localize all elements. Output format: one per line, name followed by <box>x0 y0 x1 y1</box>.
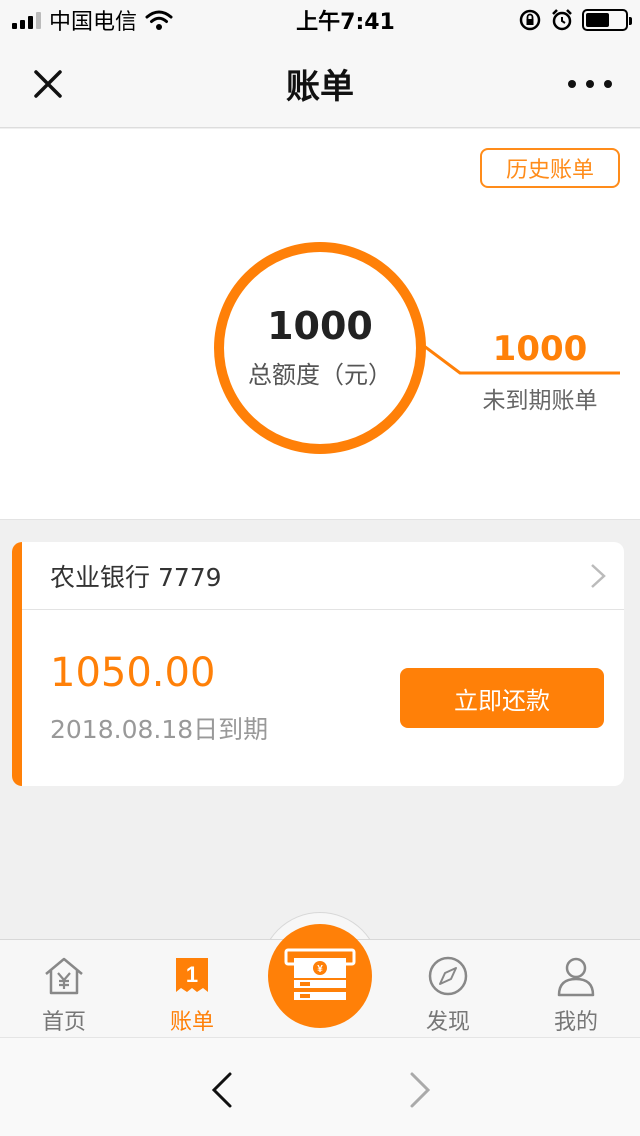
status-right <box>518 8 632 32</box>
tab-home[interactable]: 首页 <box>0 940 128 1038</box>
svg-text:¥: ¥ <box>317 964 323 975</box>
compass-icon <box>428 956 468 996</box>
cash-icon: ¥ <box>284 948 356 1000</box>
bill-card[interactable]: 农业银行 7779 1050.00 2018.08.18日到期 立即还款 <box>12 542 624 786</box>
status-left: 中国电信 <box>12 4 173 36</box>
repay-now-button[interactable]: 立即还款 <box>400 668 604 728</box>
total-limit-label: 总额度（元） <box>248 361 392 390</box>
chevron-right-icon <box>591 564 606 588</box>
tab-mine-label: 我的 <box>553 1010 598 1035</box>
tab-bill-badge: 1 <box>186 962 198 987</box>
tab-bill-label: 账单 <box>169 1010 214 1035</box>
not-due-value: 1000 <box>492 329 588 369</box>
rotation-lock-icon <box>519 9 541 31</box>
history-bills-button[interactable]: 历史账单 <box>480 148 620 188</box>
status-bar: 中国电信 上午7:41 <box>0 0 640 40</box>
back-arrow-icon[interactable] <box>208 1070 236 1110</box>
user-icon <box>557 957 595 997</box>
bill-card-header[interactable]: 农业银行 7779 <box>22 542 624 610</box>
center-cash-button[interactable]: ¥ <box>268 924 372 1028</box>
bill-amount: 1050.00 <box>50 650 216 696</box>
tab-bill[interactable]: 1 账单 <box>128 940 256 1038</box>
close-icon[interactable] <box>28 64 68 104</box>
card-accent-bar <box>12 542 22 786</box>
more-icon[interactable] <box>568 72 612 96</box>
home-yen-icon <box>45 957 83 995</box>
wifi-icon <box>145 10 173 30</box>
battery-icon <box>582 9 632 31</box>
tab-home-label: 首页 <box>41 1010 86 1035</box>
total-limit-value: 1000 <box>267 303 373 348</box>
nav-bar: 账单 <box>0 40 640 128</box>
bill-summary: 历史账单 1000 总额度（元） 1000 未到期账单 <box>0 129 640 520</box>
bill-badge-icon: 1 <box>176 958 208 992</box>
carrier-label: 中国电信 <box>49 10 138 35</box>
tab-mine[interactable]: 我的 <box>512 940 640 1038</box>
page-title: 账单 <box>286 67 354 107</box>
total-limit-ring: 1000 总额度（元） <box>214 242 426 454</box>
alarm-icon <box>552 9 572 31</box>
bank-name: 农业银行 7779 <box>50 562 222 592</box>
forward-arrow-icon[interactable] <box>406 1070 434 1110</box>
tab-discover[interactable]: 发现 <box>384 940 512 1038</box>
tab-discover-label: 发现 <box>425 1010 470 1035</box>
not-due-label: 未到期账单 <box>482 388 598 414</box>
bill-due-date: 2018.08.18日到期 <box>50 715 269 744</box>
status-time: 上午7:41 <box>296 10 395 35</box>
signal-icon <box>12 11 41 29</box>
browser-toolbar <box>0 1037 640 1136</box>
